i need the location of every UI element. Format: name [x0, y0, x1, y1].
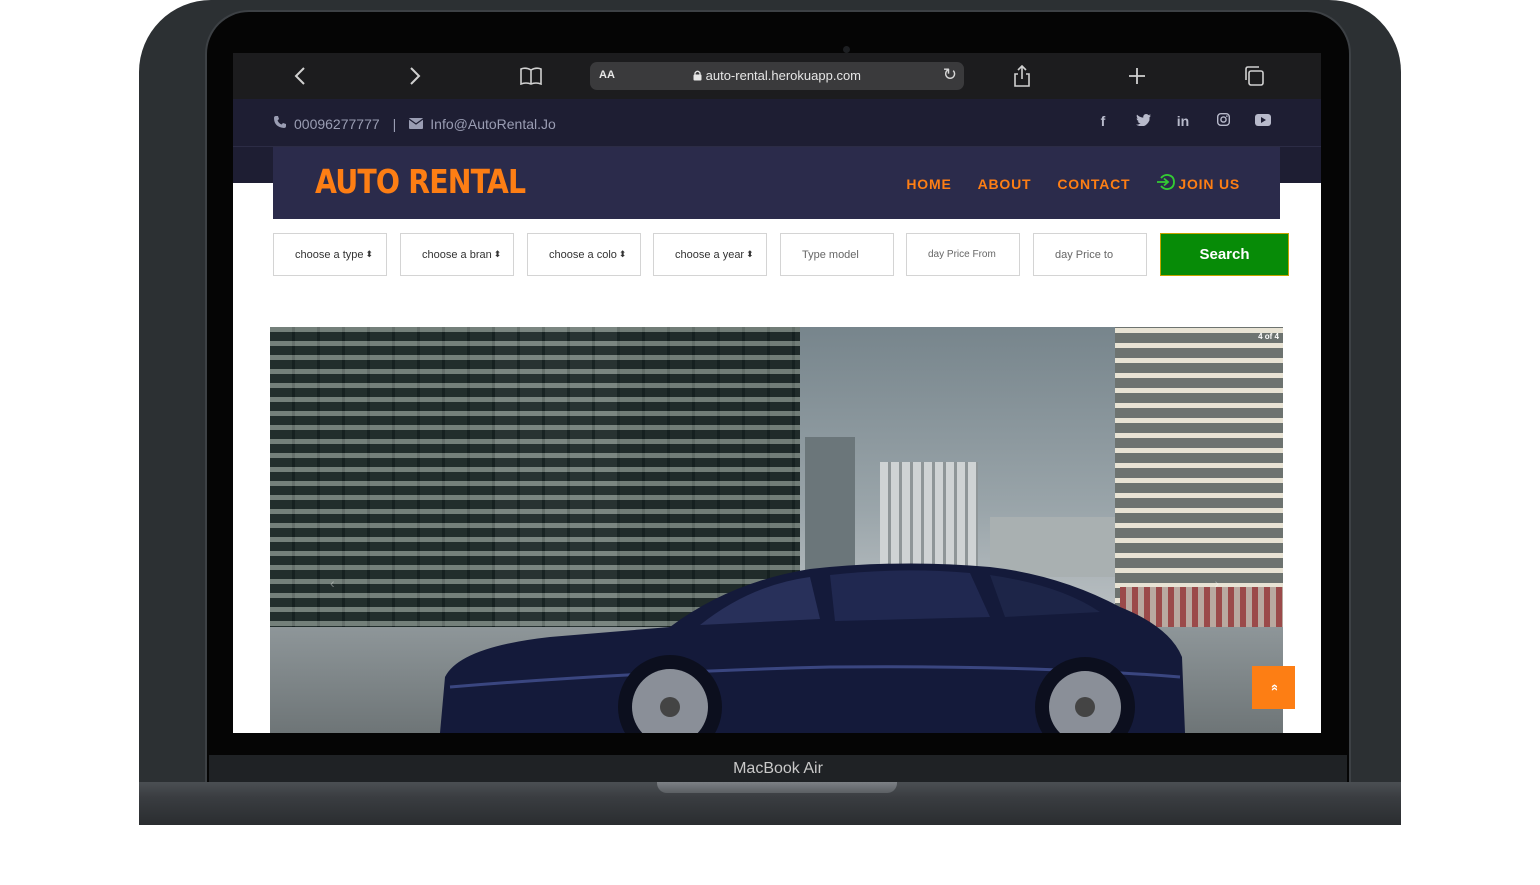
email-icon [408, 116, 424, 132]
price-from-input[interactable]: day Price From [906, 233, 1020, 276]
type-select-value: choose a type [295, 248, 364, 261]
brand-select[interactable]: choose a bran ⬍ [400, 233, 514, 276]
instagram-icon[interactable] [1203, 112, 1243, 129]
nav-join-label: JOIN US [1178, 176, 1240, 192]
new-tab-icon[interactable] [1125, 64, 1149, 88]
nav-about[interactable]: ABOUT [978, 174, 1032, 194]
back-icon[interactable] [288, 64, 312, 88]
youtube-icon[interactable] [1243, 113, 1283, 129]
slide-counter: 4 of 4 [1258, 332, 1279, 341]
facebook-icon[interactable]: f [1083, 113, 1123, 129]
device-label: MacBook Air [209, 755, 1347, 782]
color-select-value: choose a colo [549, 248, 617, 261]
double-chevron-up-icon: » [1265, 683, 1281, 692]
model-input[interactable]: Type model [780, 233, 894, 276]
type-select[interactable]: choose a type ⬍ [273, 233, 387, 276]
year-select-value: choose a year [675, 248, 745, 261]
contact-info: 00096277777 | Info@AutoRental.Jo [273, 115, 556, 132]
hero-slider: 4 of 4 ‹ › [270, 327, 1283, 733]
tabs-icon[interactable] [1242, 64, 1266, 88]
social-links: f in [1083, 112, 1283, 129]
lock-icon [693, 68, 706, 83]
next-slide-button[interactable]: › [1214, 575, 1219, 591]
price-to-input[interactable]: day Price to [1033, 233, 1147, 276]
prev-slide-button[interactable]: ‹ [330, 575, 335, 591]
nav-home[interactable]: HOME [906, 174, 951, 194]
sort-icon: ⬍ [618, 249, 627, 259]
main-navbar: AUTO RENTAL HOME ABOUT CONTACT JOIN US [273, 147, 1280, 219]
sort-icon: ⬍ [365, 249, 374, 259]
nav-join-us[interactable]: JOIN US [1156, 174, 1240, 194]
share-icon[interactable] [1010, 64, 1034, 88]
url-text: auto-rental.herokuapp.com [705, 68, 861, 83]
brand-select-value: choose a bran [422, 248, 492, 261]
brand-logo[interactable]: AUTO RENTAL [315, 162, 526, 201]
sign-in-icon [1156, 174, 1176, 194]
twitter-icon[interactable] [1123, 113, 1163, 129]
phone-number[interactable]: 00096277777 [294, 116, 380, 132]
building-distant-1 [805, 437, 855, 577]
camera-icon [843, 46, 850, 53]
email-address[interactable]: Info@AutoRental.Jo [430, 116, 556, 132]
reload-icon[interactable]: ↻ [943, 65, 957, 85]
year-select[interactable]: choose a year ⬍ [653, 233, 767, 276]
bookmarks-icon[interactable] [519, 64, 543, 88]
laptop-notch [657, 782, 897, 793]
search-button[interactable]: Search [1160, 233, 1289, 276]
address-bar[interactable]: AA auto-rental.herokuapp.com ↻ [590, 62, 964, 90]
color-select[interactable]: choose a colo ⬍ [527, 233, 641, 276]
nav-contact[interactable]: CONTACT [1057, 174, 1130, 194]
info-bar: 00096277777 | Info@AutoRental.Jo f in [233, 99, 1321, 147]
search-filters: choose a type ⬍ choose a bran ⬍ choose a c… [273, 233, 1289, 276]
scroll-to-top-button[interactable]: » [1252, 666, 1295, 709]
browser-toolbar: AA auto-rental.herokuapp.com ↻ [233, 53, 1321, 99]
forward-icon[interactable] [403, 64, 427, 88]
phone-icon [273, 115, 287, 132]
sort-icon: ⬍ [746, 249, 754, 259]
car-image [440, 563, 1185, 733]
sort-icon: ⬍ [493, 249, 502, 259]
linkedin-icon[interactable]: in [1163, 113, 1203, 129]
nav-links: HOME ABOUT CONTACT JOIN US [906, 174, 1240, 194]
browser-screen: AA auto-rental.herokuapp.com ↻ 000962777… [233, 53, 1321, 733]
contact-separator: | [392, 115, 397, 132]
